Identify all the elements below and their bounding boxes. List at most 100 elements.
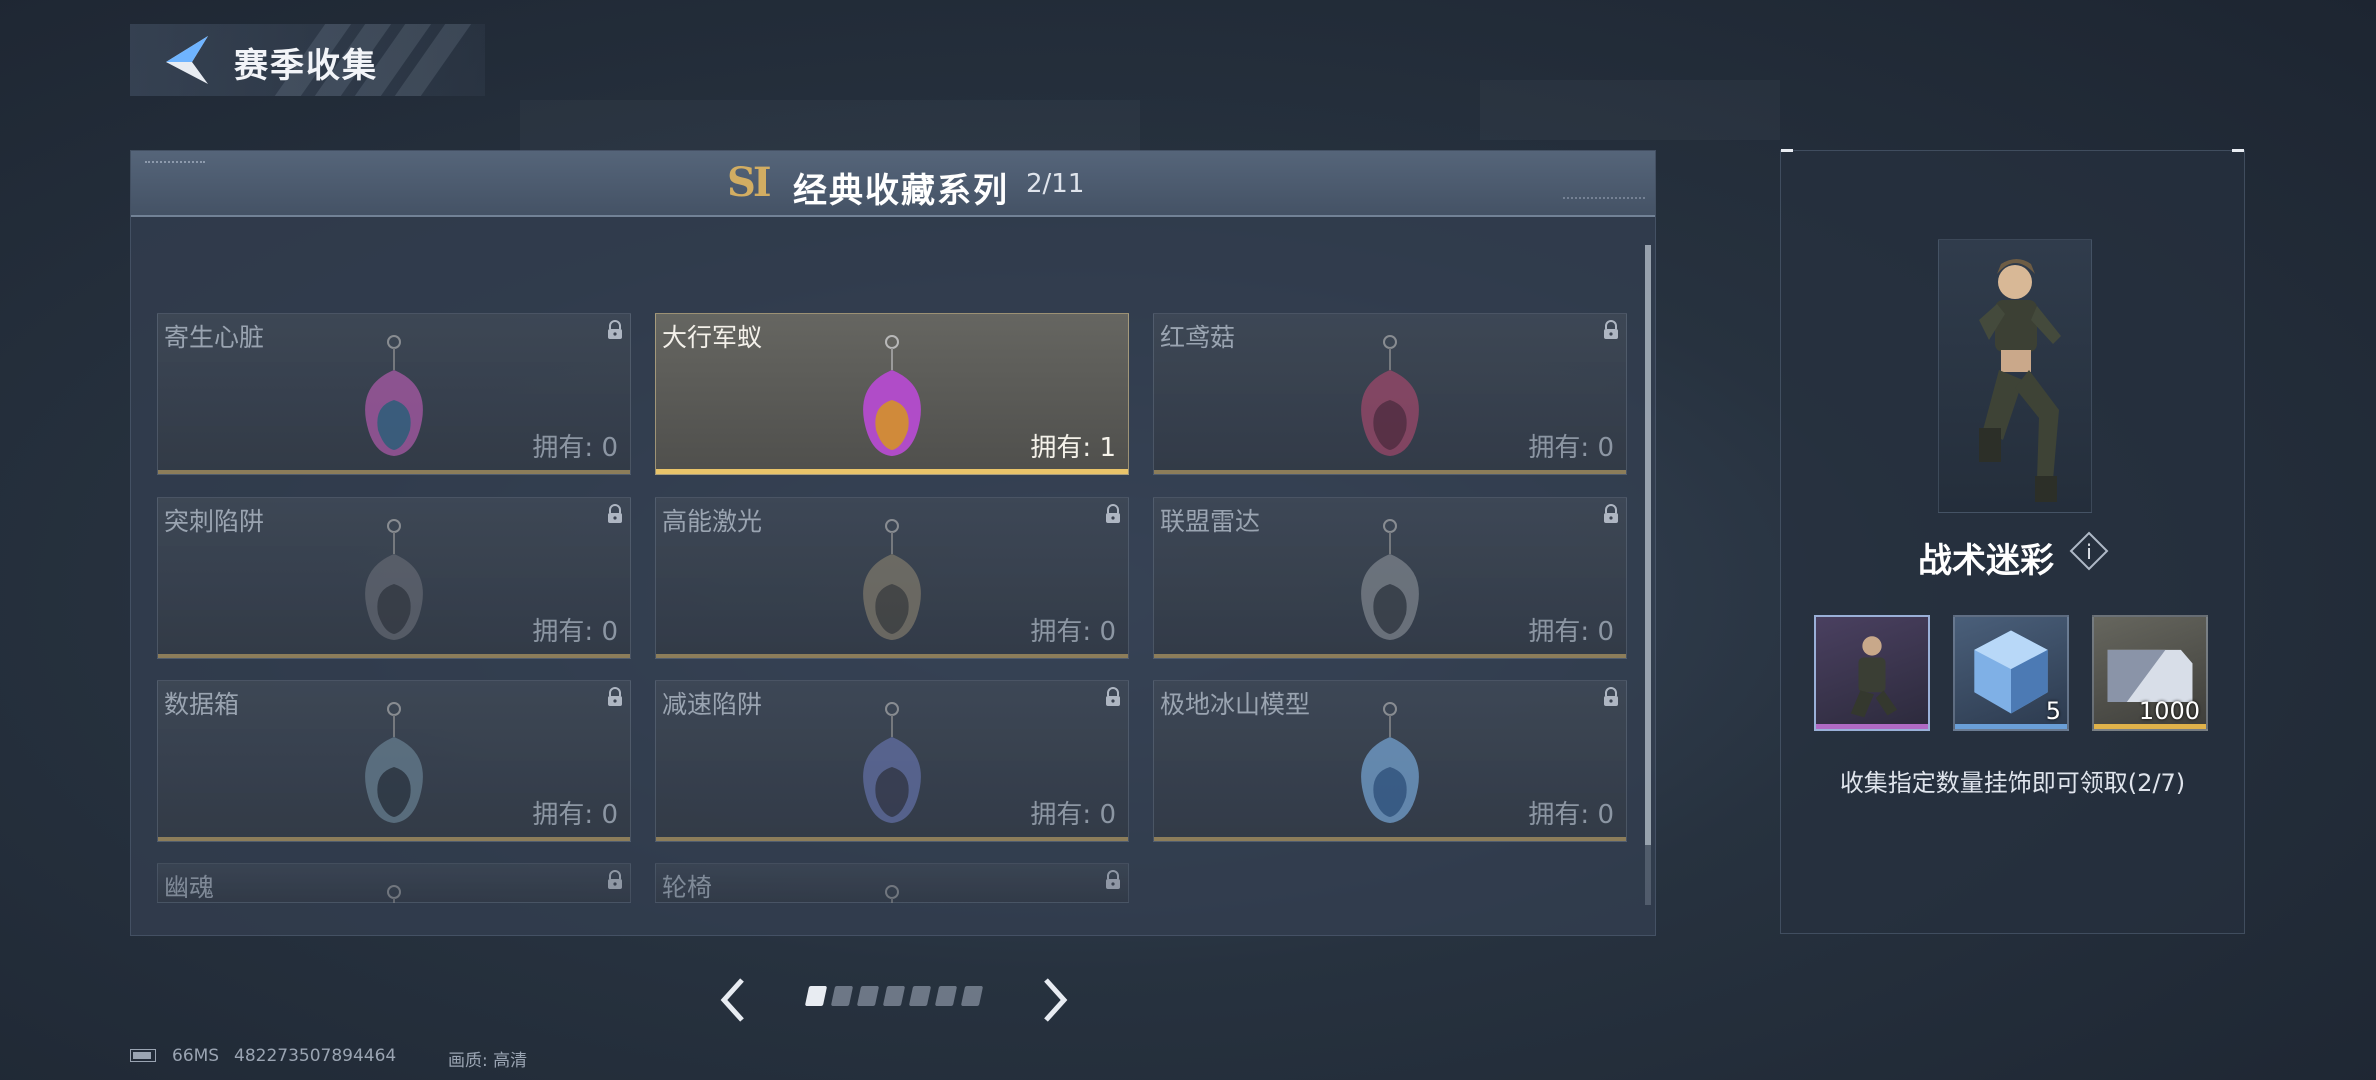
lock-icon (1106, 504, 1120, 523)
item-name: 联盟雷达 (1160, 507, 1261, 536)
scrollbar-thumb[interactable] (1645, 245, 1651, 845)
series-header: SI 经典收藏系列 2/11 (131, 151, 1655, 217)
card-underline (1154, 837, 1626, 841)
grid-scrollbar[interactable] (1645, 245, 1651, 905)
page-dot[interactable] (934, 986, 958, 1006)
item-name: 红鸢菇 (1160, 323, 1236, 352)
series-title: 经典收藏系列 (793, 171, 1009, 211)
reward-quantity: 5 (2045, 697, 2061, 725)
collection-card[interactable]: 极地冰山模型拥有: 0 (1153, 680, 1627, 842)
item-name: 幽魂 (164, 873, 215, 902)
collection-card[interactable]: 数据箱 拥有: 0 (157, 680, 631, 842)
collection-panel: SI 经典收藏系列 2/11 寄生心脏 拥有: 0 大行军蚁 拥有: 1 红鸢菇 拥有: … (130, 150, 1656, 936)
lock-icon (1604, 320, 1618, 339)
series-progress: 2/11 (1026, 169, 1085, 199)
page-dot[interactable] (804, 986, 828, 1006)
lock-icon (1106, 687, 1120, 706)
reward-skin-image (1938, 239, 2092, 513)
lock-icon (608, 687, 622, 706)
laser-charm-icon (863, 519, 921, 640)
lock-icon (1604, 687, 1618, 706)
collection-card[interactable]: 幽魂 (157, 863, 631, 903)
quality-text: 画质: 高清 (448, 1051, 528, 1071)
info-icon[interactable]: i (2069, 531, 2109, 571)
reward-name: 战术迷彩 (1918, 541, 2054, 581)
collection-card[interactable]: 轮椅 (655, 863, 1129, 903)
lock-icon (1604, 504, 1618, 523)
header-decoration (1563, 197, 1645, 205)
panel-corner (2232, 149, 2244, 152)
collection-card[interactable]: 减速陷阱 拥有: 0 (655, 680, 1129, 842)
lock-icon (608, 870, 622, 889)
owned-count: 拥有: 0 (1528, 617, 1614, 647)
red-mushroom-charm-icon (1361, 335, 1419, 456)
owned-count: 拥有: 0 (1030, 617, 1116, 647)
card-underline (656, 654, 1128, 658)
item-name: 减速陷阱 (662, 690, 763, 719)
card-underline (1154, 654, 1626, 658)
spike-trap-charm-icon (365, 519, 423, 640)
soldier-figure-icon (1979, 259, 2061, 502)
item-name: 寄生心脏 (164, 323, 265, 352)
collection-card[interactable]: 联盟雷达拥有: 0 (1153, 497, 1627, 659)
collection-card[interactable]: 红鸢菇拥有: 0 (1153, 313, 1627, 475)
page-dot[interactable] (856, 986, 880, 1006)
back-arrow-icon[interactable] (158, 34, 214, 86)
page-dot[interactable] (960, 986, 984, 1006)
background-shape (1480, 80, 1780, 140)
season-badge: SI (727, 159, 772, 206)
prev-page-arrow-icon[interactable] (712, 972, 756, 1028)
rarity-bar (1816, 724, 1928, 729)
item-grid: 寄生心脏 拥有: 0 大行军蚁 拥有: 1 红鸢菇 拥有: 0 突刺陷阱 拥有: 0 高能激光拥… (157, 313, 1629, 903)
lock-icon (608, 504, 622, 523)
army-ant-charm-icon (863, 335, 921, 456)
skin-portrait-icon (1850, 636, 1898, 718)
item-name: 突刺陷阱 (164, 507, 265, 536)
page-header: 赛季收集 (130, 24, 485, 96)
iceberg-charm-icon (1361, 702, 1419, 823)
ping-text: 66MS (172, 1046, 220, 1066)
card-underline (656, 837, 1128, 841)
owned-count: 拥有: 1 (1030, 433, 1116, 463)
item-name: 极地冰山模型 (1160, 690, 1311, 719)
card-underline (1154, 470, 1626, 474)
lock-icon (608, 320, 622, 339)
slow-trap-charm-icon (863, 702, 921, 823)
lock-icon (1106, 870, 1120, 889)
rarity-bar (1955, 724, 2067, 729)
reward-item[interactable]: 5 (1953, 615, 2069, 731)
card-underline (158, 837, 630, 841)
header-decoration (145, 161, 205, 169)
reward-item[interactable] (1814, 615, 1930, 731)
card-underline (158, 470, 630, 474)
card-underline (656, 469, 1128, 474)
collection-card[interactable]: 大行军蚁拥有: 1 (655, 313, 1129, 475)
wheelchair-charm-icon (885, 885, 899, 903)
uid-text: 482273507894464 (234, 1046, 397, 1066)
next-page-arrow-icon[interactable] (1032, 972, 1076, 1028)
svg-text:i: i (2086, 540, 2092, 564)
collection-card[interactable]: 突刺陷阱拥有: 0 (157, 497, 631, 659)
collection-card[interactable]: 高能激光拥有: 0 (655, 497, 1129, 659)
data-box-charm-icon (365, 702, 423, 823)
rarity-bar (2094, 724, 2206, 729)
page-title: 赛季收集 (234, 46, 378, 86)
owned-count: 拥有: 0 (1528, 800, 1614, 830)
collection-card[interactable]: 寄生心脏 拥有: 0 (157, 313, 631, 475)
owned-count: 拥有: 0 (1528, 433, 1614, 463)
page-dot[interactable] (908, 986, 932, 1006)
reward-item[interactable]: 1000 (2092, 615, 2208, 731)
owned-count: 拥有: 0 (532, 800, 618, 830)
parasite-heart-charm-icon (365, 335, 423, 456)
item-name: 大行军蚁 (662, 323, 763, 352)
card-underline (158, 654, 630, 658)
page-dot[interactable] (882, 986, 906, 1006)
signal-icon (130, 1049, 156, 1062)
reward-panel: 战术迷彩 i 5 1000 收集指定数量挂饰即可领取(2/7) (1780, 149, 2245, 934)
item-name: 高能激光 (662, 507, 763, 536)
reward-quantity: 1000 (2138, 697, 2200, 725)
panel-corner (1781, 149, 1793, 152)
owned-count: 拥有: 0 (532, 617, 618, 647)
page-dot[interactable] (830, 986, 854, 1006)
reward-condition-text: 收集指定数量挂饰即可领取(2/7) (1839, 769, 2186, 797)
